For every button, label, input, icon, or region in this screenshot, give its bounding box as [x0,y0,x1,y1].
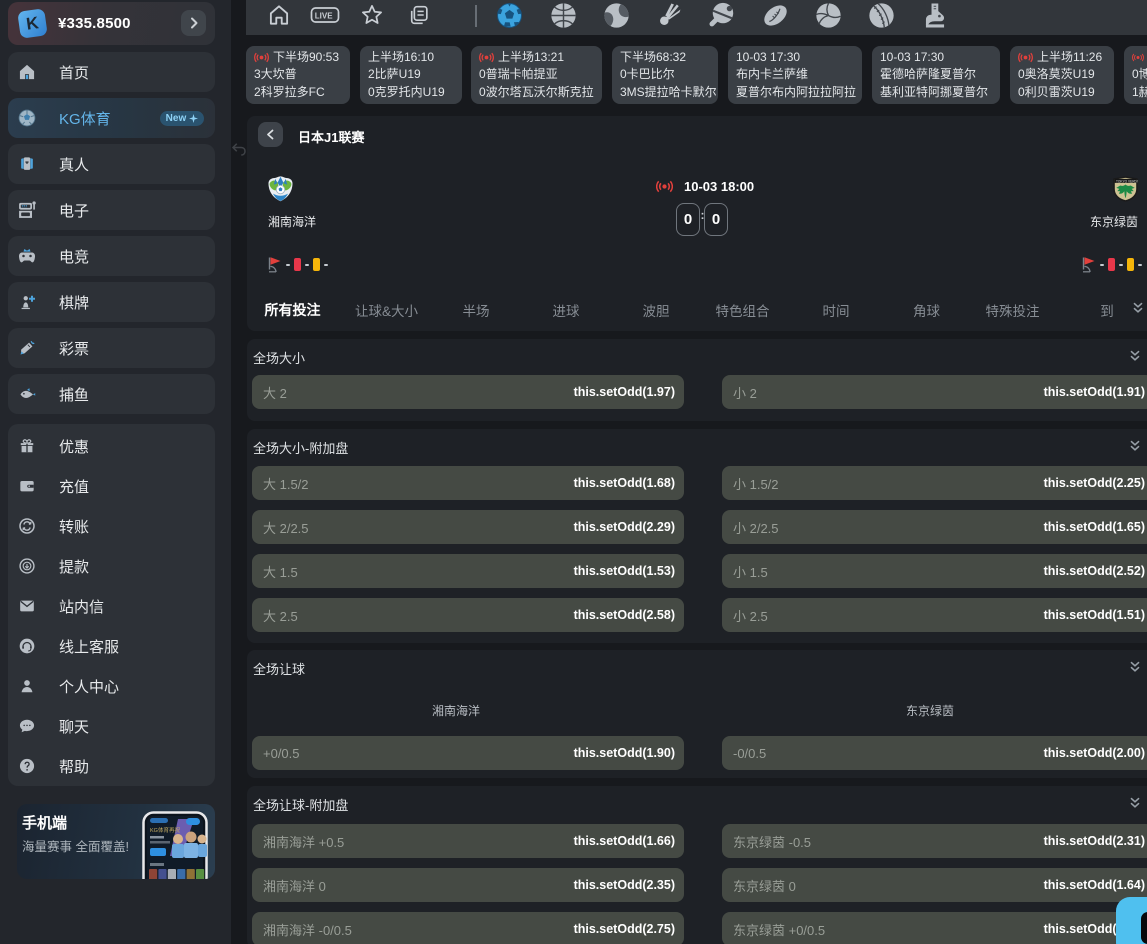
svg-text:TOKYO VERDY: TOKYO VERDY [1116,179,1138,183]
svg-text:777: 777 [21,205,27,209]
svg-text:LIVE: LIVE [315,11,333,20]
svg-text:KG体育再祝: KG体育再祝 [150,826,180,834]
